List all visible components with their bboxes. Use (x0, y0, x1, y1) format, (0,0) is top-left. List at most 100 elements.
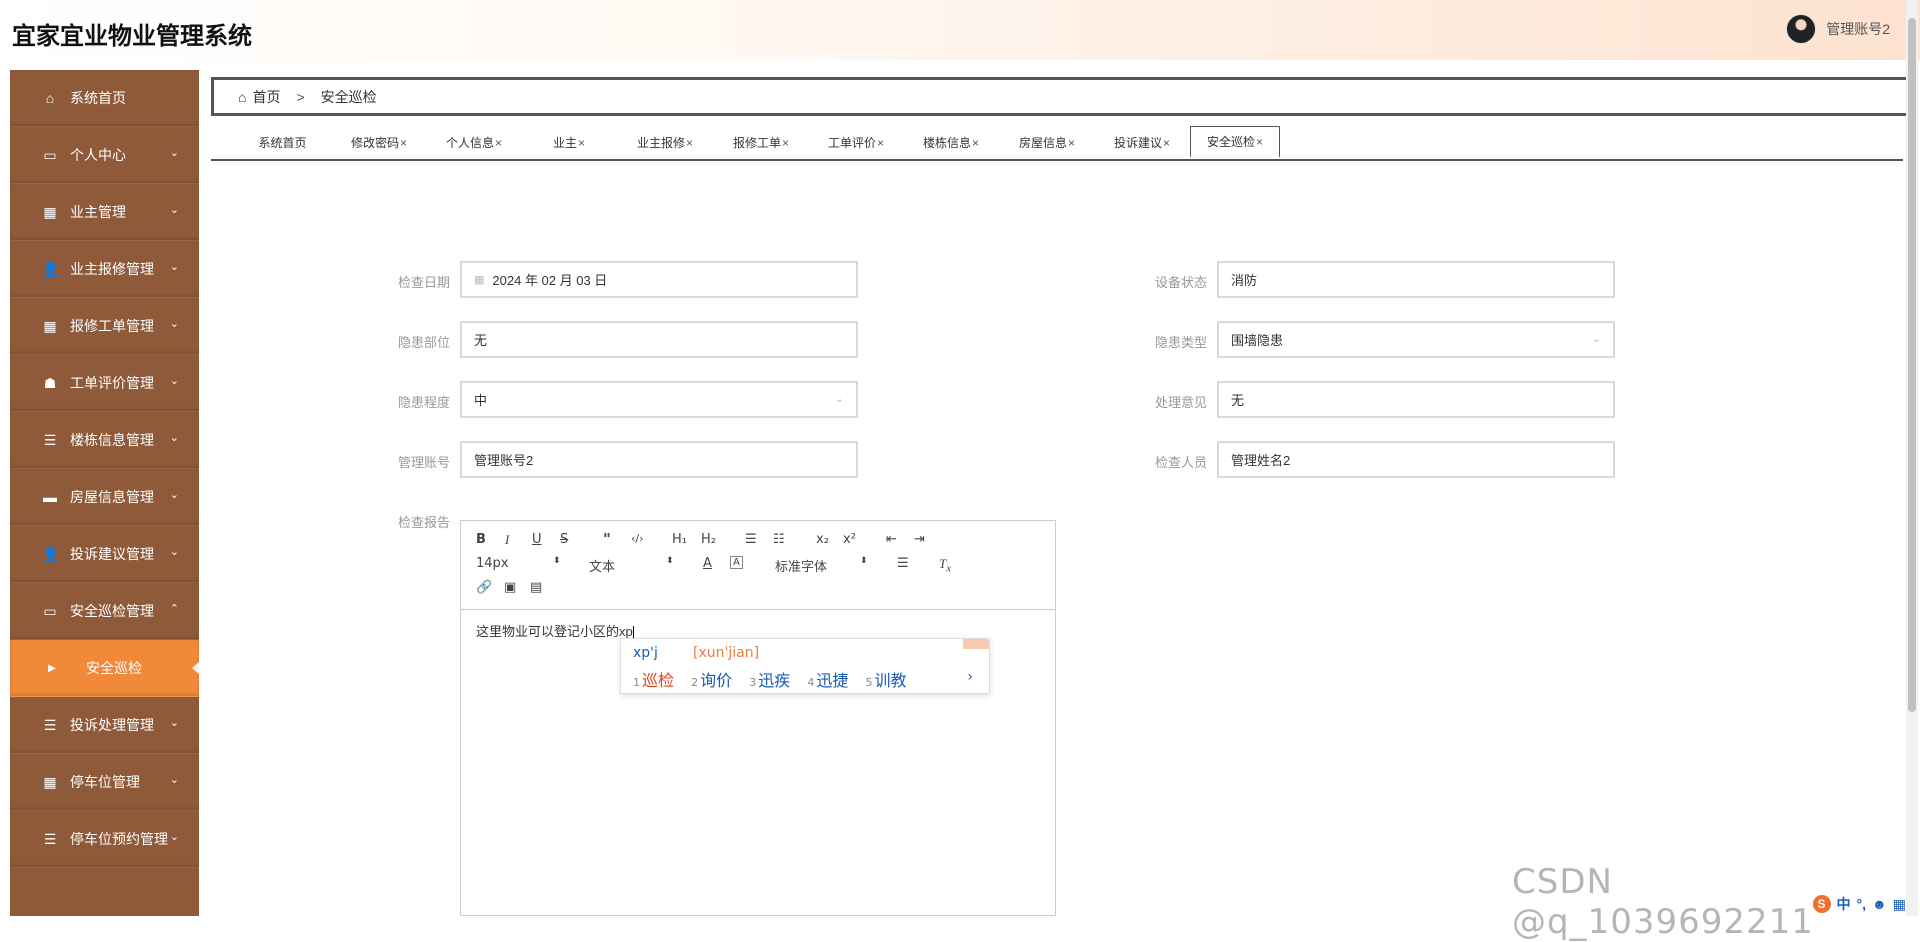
link-icon[interactable]: 🔗 (476, 580, 492, 595)
sidebar-item-owner-repair[interactable]: 👤 业主报修管理 ⌄ (10, 241, 199, 298)
tab-owner[interactable]: 业主× (535, 128, 603, 158)
sidebar-subitem-safety-inspection[interactable]: ▶ 安全巡检 (10, 640, 199, 697)
code-icon[interactable]: ‹/› (631, 532, 644, 545)
home-icon[interactable]: ⌂ (238, 89, 246, 105)
sidebar-item-personal-center[interactable]: ▭ 个人中心 ⌄ (10, 127, 199, 184)
ime-next-page-icon[interactable]: › (967, 669, 973, 685)
sidebar-item-owner-management[interactable]: ▦ 业主管理 ⌄ (10, 184, 199, 241)
sidebar-item-building-info[interactable]: ☰ 楼栋信息管理 ⌄ (10, 412, 199, 469)
page-scrollbar[interactable] (1906, 0, 1918, 916)
tab-repair-orders[interactable]: 报修工单× (727, 128, 795, 158)
heading-select[interactable]: 文本 (589, 556, 615, 575)
outdent-icon[interactable]: ⇤ (886, 532, 897, 547)
align-icon[interactable]: ☰ (897, 556, 909, 571)
inspector-input[interactable]: 管理姓名2 (1217, 441, 1615, 478)
chevron-down-icon: ⌄ (169, 432, 179, 444)
handling-opinion-input[interactable]: 无 (1217, 381, 1615, 418)
strike-button[interactable]: S (560, 532, 568, 547)
hazard-level-select[interactable]: 中 ⌄ (460, 381, 858, 418)
avatar[interactable] (1786, 14, 1817, 44)
updown-icon: ⬍ (860, 556, 868, 566)
font-size-select[interactable]: 14px (476, 556, 509, 571)
tab-order-review[interactable]: 工单评价× (822, 128, 890, 158)
ime-candidate[interactable]: 3 迅疾 (749, 671, 790, 690)
tab-house-info[interactable]: 房屋信息× (1013, 128, 1081, 158)
sidebar-item-label: 业主报修管理 (70, 261, 154, 277)
chevron-down-icon: ⌄ (169, 261, 179, 273)
sidebar-item-house-info[interactable]: ▬ 房屋信息管理 ⌄ (10, 469, 199, 526)
tab-home[interactable]: 系统首页 (249, 128, 317, 158)
font-size-value: 14px (476, 556, 509, 571)
image-icon[interactable]: ▣ (504, 580, 516, 595)
close-icon[interactable]: × (972, 136, 979, 150)
editor-text: 这里物业可以登记小区的xp (476, 624, 633, 639)
video-icon[interactable]: ▤ (530, 580, 542, 595)
tab-personal-info[interactable]: 个人信息× (440, 128, 508, 158)
sidebar-item-complaint-handling[interactable]: ☰ 投诉处理管理 ⌄ (10, 697, 199, 754)
close-icon[interactable]: × (578, 136, 585, 150)
candidate-text: 迅疾 (758, 671, 791, 690)
underline-button[interactable]: U (532, 532, 542, 547)
close-icon[interactable]: × (877, 136, 884, 150)
hazard-type-select[interactable]: 围墙隐患 ⌄ (1217, 321, 1615, 358)
background-color-icon[interactable]: A (730, 556, 743, 569)
bullet-list-icon[interactable]: ☷ (773, 532, 785, 547)
emoji-icon[interactable]: ☻ (1872, 896, 1887, 912)
calendar-icon: ▦ (474, 274, 485, 286)
close-icon[interactable]: × (495, 136, 502, 150)
indent-icon[interactable]: ⇥ (914, 532, 925, 547)
device-status-input[interactable]: 消防 (1217, 261, 1615, 298)
sidebar-item-order-review[interactable]: ☗ 工单评价管理 ⌄ (10, 355, 199, 412)
close-icon[interactable]: × (1163, 136, 1170, 150)
hazard-location-input[interactable]: 无 (460, 321, 858, 358)
sidebar-item-safety-inspection-management[interactable]: ▭ 安全巡检管理 ⌃ (10, 583, 199, 640)
font-color-icon[interactable]: A (703, 556, 712, 571)
close-icon[interactable]: × (686, 136, 693, 150)
bold-button[interactable]: B (476, 532, 486, 547)
scrollbar-thumb[interactable] (1908, 18, 1916, 712)
ime-mode[interactable]: 中 (1837, 894, 1851, 914)
sidebar-item-parking-reservation[interactable]: ☰ 停车位预约管理 ⌄ (10, 811, 199, 868)
ime-candidate[interactable]: 5 训教 (865, 671, 906, 690)
breadcrumb-home[interactable]: 首页 (252, 87, 280, 107)
editor-toolbar: B I U S " ‹/› H₁ H₂ ☰ ☷ x₂ x² ⇤ ⇥ 14px ⬍… (461, 521, 1055, 610)
candidate-text: 训教 (874, 671, 907, 690)
chevron-up-icon: ⌃ (169, 603, 179, 615)
tab-owner-repair[interactable]: 业主报修× (631, 128, 699, 158)
quote-icon[interactable]: " (603, 530, 611, 548)
keyboard-icon[interactable]: ▦ (1893, 896, 1906, 913)
tab-complaint-suggestion[interactable]: 投诉建议× (1108, 128, 1176, 158)
tab-safety-inspection[interactable]: 安全巡检× (1190, 126, 1280, 158)
ime-candidate[interactable]: 1 巡检 (633, 671, 674, 690)
sidebar-item-repair-orders[interactable]: ▦ 报修工单管理 ⌄ (10, 298, 199, 355)
close-icon[interactable]: × (400, 136, 407, 150)
ordered-list-icon[interactable]: ☰ (745, 532, 757, 547)
ime-status-bar[interactable]: S 中 °, ☻ ▦ (1812, 894, 1906, 914)
ime-candidate[interactable]: 2 询价 (691, 671, 732, 690)
close-icon[interactable]: × (1068, 136, 1075, 150)
sidebar-item-complaint-suggestion[interactable]: 👤 投诉建议管理 ⌄ (10, 526, 199, 583)
heading1-button[interactable]: H₁ (672, 532, 687, 547)
tab-change-password[interactable]: 修改密码× (345, 128, 413, 158)
heading2-button[interactable]: H₂ (701, 532, 716, 547)
tab-building-info[interactable]: 楼栋信息× (917, 128, 985, 158)
sidebar-item-home[interactable]: ⌂ 系统首页 (10, 70, 199, 127)
sidebar-item-parking-management[interactable]: ▦ 停车位管理 ⌄ (10, 754, 199, 811)
chevron-down-icon: ⌄ (169, 717, 179, 729)
admin-account-input[interactable]: 管理账号2 (460, 441, 858, 478)
check-date-field[interactable]: ▦ 2024 年 02 月 03 日 (460, 261, 858, 298)
chevron-down-icon: ⌄ (169, 774, 179, 786)
ime-candidate[interactable]: 4 迅捷 (807, 671, 848, 690)
user-menu[interactable]: 管理账号2 (1786, 14, 1890, 44)
close-icon[interactable]: × (782, 136, 789, 150)
subscript-button[interactable]: x₂ (816, 532, 829, 547)
close-icon[interactable]: × (1256, 135, 1263, 149)
editor-content[interactable]: 这里物业可以登记小区的xp (476, 621, 634, 640)
username[interactable]: 管理账号2 (1826, 19, 1890, 39)
app-header: 宜家宜业物业管理系统 管理账号2 (0, 0, 1920, 60)
ime-punct[interactable]: °, (1857, 896, 1867, 912)
clear-format-icon[interactable]: Tx (939, 556, 951, 575)
italic-button[interactable]: I (505, 532, 509, 548)
superscript-button[interactable]: x² (843, 532, 856, 547)
font-family-select[interactable]: 标准字体 (775, 556, 827, 575)
